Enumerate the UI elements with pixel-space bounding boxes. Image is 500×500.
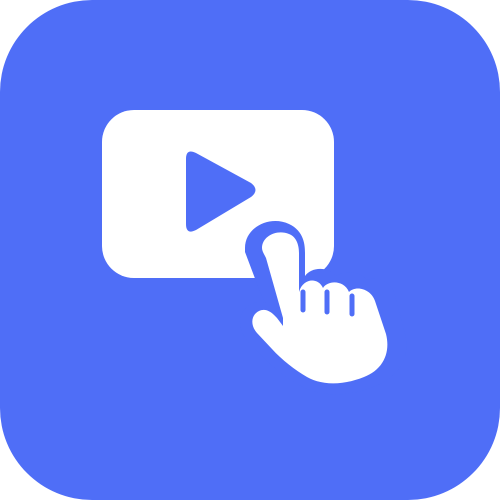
video-play-tap-icon [102,110,407,395]
app-icon-tile[interactable] [0,0,500,500]
